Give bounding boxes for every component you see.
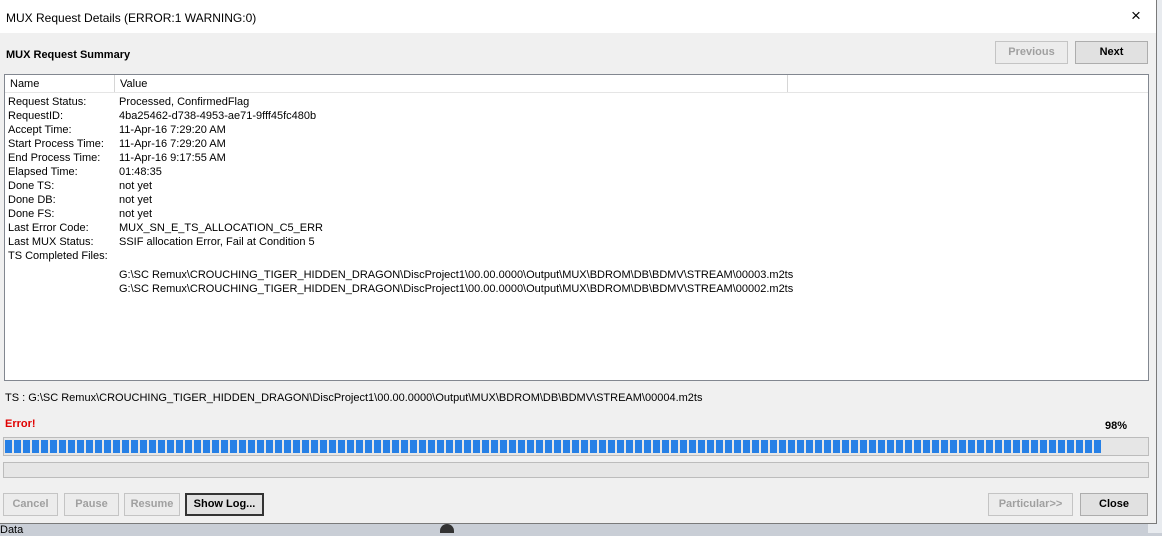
item-value: 01:48:35 xyxy=(119,166,162,178)
close-button[interactable]: Close xyxy=(1080,493,1148,516)
item-name: Start Process Time: xyxy=(8,138,104,150)
request-details-list[interactable]: Name Value Request Status: Processed, Con… xyxy=(4,74,1149,381)
window-title: MUX Request Details (ERROR:1 WARNING:0) xyxy=(6,11,257,25)
item-name: Done FS: xyxy=(8,208,55,220)
item-value: 4ba25462-d738-4953-ae71-9fff45fc480b xyxy=(119,110,317,122)
item-name: Done DB: xyxy=(8,194,56,206)
current-ts-file: TS : G:\SC Remux\CROUCHING_TIGER_HIDDEN_… xyxy=(5,392,703,404)
item-value: G:\SC Remux\CROUCHING_TIGER_HIDDEN_DRAGO… xyxy=(119,283,794,295)
item-name: RequestID: xyxy=(8,110,64,122)
column-header-name[interactable]: Name xyxy=(5,75,115,92)
pause-button[interactable]: Pause xyxy=(64,493,119,516)
cancel-button[interactable]: Cancel xyxy=(3,493,58,516)
item-value: 11-Apr-16 7:29:20 AM xyxy=(119,138,226,150)
item-value: SSIF allocation Error, Fail at Condition… xyxy=(119,236,315,248)
item-name: Request Status: xyxy=(8,96,87,108)
item-value: not yet xyxy=(119,180,153,192)
secondary-progress-bar xyxy=(3,462,1149,478)
error-status: Error! xyxy=(5,418,36,430)
mux-request-details-dialog: MUX Request Details (ERROR:1 WARNING:0) … xyxy=(0,0,1157,524)
item-name: Last Error Code: xyxy=(8,222,89,234)
list-header: Name Value xyxy=(5,75,1148,93)
title-bar: MUX Request Details (ERROR:1 WARNING:0) … xyxy=(0,0,1156,33)
particular-button[interactable]: Particular>> xyxy=(988,493,1073,516)
progress-fill xyxy=(5,440,1103,453)
item-name: Accept Time: xyxy=(8,124,72,136)
item-name: Done TS: xyxy=(8,180,55,192)
progress-bar xyxy=(3,437,1149,456)
show-log-button[interactable]: Show Log... xyxy=(185,493,264,516)
background-label: Data xyxy=(0,524,24,536)
resume-button[interactable]: Resume xyxy=(124,493,180,516)
item-value: 11-Apr-16 9:17:55 AM xyxy=(119,152,226,164)
item-name: TS Completed Files: xyxy=(8,250,108,262)
column-header-value[interactable]: Value xyxy=(115,75,788,92)
previous-button[interactable]: Previous xyxy=(995,41,1068,64)
item-value: 11-Apr-16 7:29:20 AM xyxy=(119,124,226,136)
item-name: End Process Time: xyxy=(8,152,101,164)
background-knob-icon xyxy=(440,524,454,533)
progress-percent: 98% xyxy=(1104,420,1127,432)
item-value: G:\SC Remux\CROUCHING_TIGER_HIDDEN_DRAGO… xyxy=(119,269,794,281)
next-button[interactable]: Next xyxy=(1075,41,1148,64)
item-value: not yet xyxy=(119,208,153,220)
close-icon[interactable]: × xyxy=(1126,6,1146,26)
item-value: Processed, ConfirmedFlag xyxy=(119,96,250,108)
summary-heading: MUX Request Summary xyxy=(6,49,131,61)
item-name: Last MUX Status: xyxy=(8,236,94,248)
item-name: Elapsed Time: xyxy=(8,166,78,178)
item-value: MUX_SN_E_TS_ALLOCATION_C5_ERR xyxy=(119,222,323,234)
item-value: not yet xyxy=(119,194,153,206)
